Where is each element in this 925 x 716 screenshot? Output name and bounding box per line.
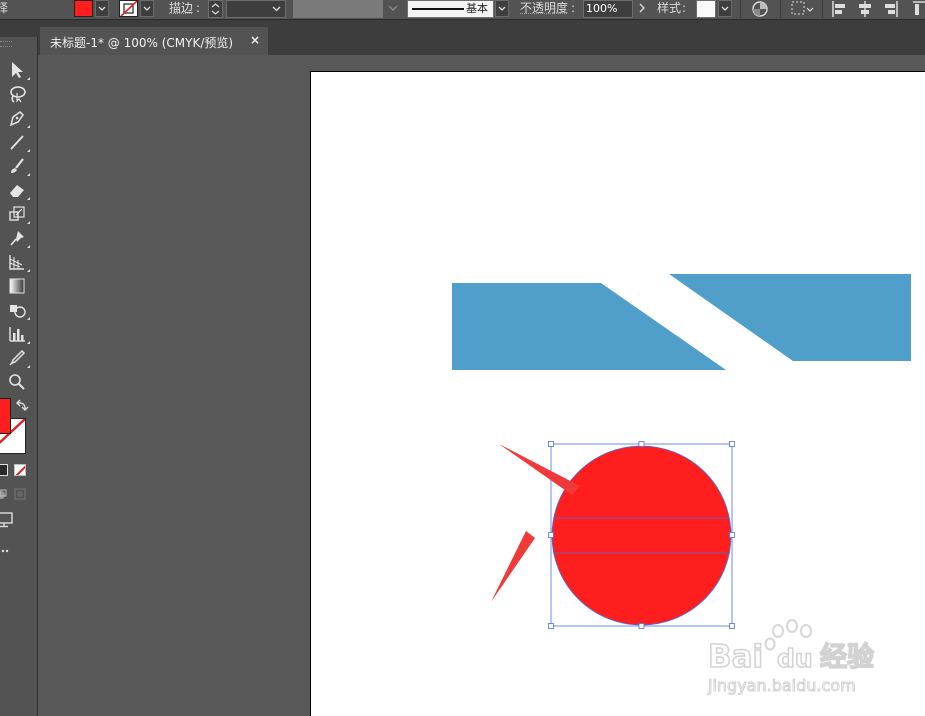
zoom-tool[interactable] <box>6 371 30 393</box>
close-tab-button[interactable]: × <box>250 33 260 47</box>
scale-tool-icon <box>9 206 25 221</box>
profile-dropdown-button[interactable] <box>386 0 400 18</box>
column-graph-tool[interactable] <box>6 323 30 345</box>
opacity-value: 100% <box>586 2 618 15</box>
paintbrush-tool-icon <box>11 158 24 173</box>
gradient-tool[interactable] <box>6 275 30 297</box>
shape-builder-tool-icon <box>10 305 26 318</box>
stroke-color-swatch[interactable] <box>119 0 138 17</box>
eyedropper-tool-icon <box>9 349 26 366</box>
eraser-tool[interactable] <box>6 179 30 201</box>
chevron-down-icon <box>721 6 729 11</box>
align-left-icon <box>832 1 845 17</box>
align-left-button[interactable] <box>830 0 848 19</box>
fill-color-swatch[interactable] <box>74 0 93 17</box>
monitor-icon <box>0 512 13 528</box>
lasso-tool[interactable] <box>6 83 30 105</box>
chevron-down-icon <box>272 6 281 12</box>
document-tab-title: 未标题-1* @ 100% (CMYK/预览) <box>50 36 234 50</box>
selection-tool[interactable] <box>6 59 30 81</box>
watermark-url: jingyan.baidu.com <box>707 676 856 695</box>
align-right-button[interactable] <box>882 0 900 19</box>
fill-dropdown-button[interactable] <box>95 0 109 17</box>
watermark-du: du <box>777 644 813 673</box>
align-top-icon <box>913 1 925 15</box>
align-right-icon <box>885 1 898 17</box>
chevron-down-icon <box>498 6 506 11</box>
recolor-wheel-icon <box>752 1 768 17</box>
chevron-down-icon <box>98 6 106 11</box>
style-label: 样式 <box>657 1 682 15</box>
no-stroke-icon <box>120 1 137 16</box>
recolor-artwork-button[interactable] <box>750 0 770 19</box>
style-dropdown-button[interactable] <box>718 0 732 17</box>
shape-builder-tool[interactable] <box>6 299 30 321</box>
draw-inside-icon <box>14 488 26 500</box>
align-top-button[interactable] <box>912 0 925 19</box>
eraser-tool-icon <box>10 185 24 197</box>
opacity-label[interactable]: 不透明度 <box>520 0 568 19</box>
stroke-weight-input[interactable] <box>226 0 286 18</box>
scale-tool[interactable] <box>6 203 30 225</box>
none-swatch-icon <box>15 465 25 475</box>
clipped-label: 择 <box>0 1 9 15</box>
stroke-dropdown-button[interactable] <box>140 0 154 17</box>
selection-tool-icon <box>12 62 23 78</box>
fill-color-front[interactable] <box>0 398 11 434</box>
chevron-down-icon <box>143 6 151 11</box>
perspective-grid-tool-icon <box>9 255 24 270</box>
line-segment-tool-icon <box>10 135 24 150</box>
draw-inside-button[interactable] <box>14 488 26 500</box>
watermark-bai: Bai <box>708 639 763 675</box>
variable-width-profile[interactable] <box>293 0 383 18</box>
none-mode-button[interactable] <box>14 464 26 476</box>
tools-panel <box>0 37 38 716</box>
swap-fill-stroke-button[interactable] <box>15 399 29 413</box>
edit-toolbar-button[interactable] <box>0 544 11 553</box>
brush-dropdown-button[interactable] <box>495 0 509 17</box>
align-to-selection-button[interactable] <box>790 0 816 19</box>
opacity-input[interactable]: 100% <box>583 0 633 18</box>
align-center-button[interactable] <box>856 0 874 19</box>
color-mode-button[interactable] <box>0 464 8 476</box>
lasso-tool-icon <box>10 86 26 103</box>
swap-arrows-icon <box>16 399 29 411</box>
draw-normal-button[interactable] <box>0 488 8 500</box>
perspective-grid-tool[interactable] <box>6 251 30 273</box>
opacity-expand-button[interactable] <box>635 0 649 18</box>
more-dots-icon <box>0 549 9 553</box>
gradient-tool-icon <box>9 278 25 294</box>
line-segment-tool[interactable] <box>6 131 30 153</box>
pen-tool[interactable] <box>6 107 30 129</box>
brush-preset-label: 基本 <box>466 2 488 15</box>
stepper-icon <box>211 3 220 15</box>
align-grid-icon <box>791 1 814 15</box>
panel-grip[interactable] <box>0 41 12 47</box>
puppet-warp-tool[interactable] <box>6 227 30 249</box>
document-tab[interactable]: 未标题-1* @ 100% (CMYK/预览) × <box>40 27 268 56</box>
zoom-tool-icon <box>9 374 25 390</box>
stroke-weight-stepper[interactable] <box>208 0 223 18</box>
pen-tool-icon <box>9 111 24 127</box>
paintbrush-tool[interactable] <box>6 155 30 177</box>
eyedropper-tool[interactable] <box>6 347 30 369</box>
align-horizontal-center-icon <box>859 1 871 17</box>
column-graph-tool-icon <box>9 327 25 342</box>
draw-normal-icon <box>0 489 7 499</box>
screen-mode-button[interactable] <box>0 512 14 528</box>
chevron-right-icon <box>639 3 645 13</box>
brush-stroke-preview <box>412 8 464 10</box>
graphic-style-swatch[interactable] <box>696 0 716 18</box>
document-tab-bar: 未标题-1* @ 100% (CMYK/预览) × <box>0 19 925 56</box>
baidu-jingyan-watermark: Bai du 经验 jingyan.baidu.com <box>707 619 875 696</box>
stroke-label[interactable]: 描边 <box>169 0 193 19</box>
control-bar: 择 描边 : 基本 不透明度 : 100% 样式: <box>0 0 925 19</box>
chevron-down-icon <box>388 5 398 11</box>
watermark-jingyan: 经验 <box>820 641 874 673</box>
puppet-warp-tool-icon <box>10 231 24 246</box>
brush-definition-field[interactable]: 基本 <box>407 0 494 18</box>
